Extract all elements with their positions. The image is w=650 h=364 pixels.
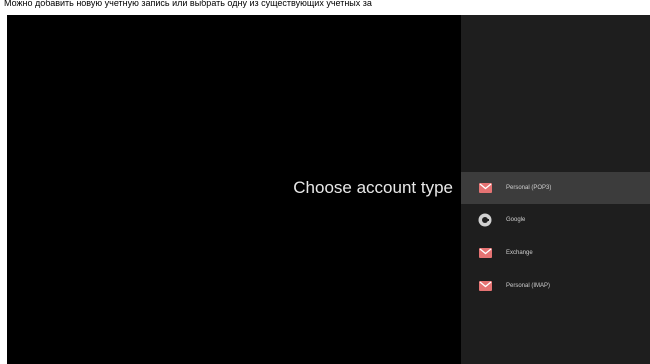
caption-label: Можно добавить новую учетную запись или … bbox=[4, 0, 372, 8]
account-option-personal-pop3[interactable]: Personal (POP3) bbox=[461, 172, 650, 204]
mail-icon bbox=[478, 279, 492, 293]
caption-text: Можно добавить новую учетную запись или … bbox=[0, 0, 650, 15]
account-option-label: Personal (IMAP) bbox=[506, 283, 551, 289]
mail-icon bbox=[478, 181, 492, 195]
account-option-label: Google bbox=[506, 217, 526, 223]
account-option-google[interactable]: Google bbox=[461, 204, 650, 236]
page-title: Choose account type bbox=[293, 178, 453, 197]
account-type-list: Personal (POP3) Google Exchange Personal… bbox=[461, 15, 650, 364]
account-option-label: Exchange bbox=[506, 250, 533, 256]
title-area: Choose account type bbox=[7, 15, 461, 364]
account-option-personal-imap[interactable]: Personal (IMAP) bbox=[461, 270, 650, 302]
account-option-label: Personal (POP3) bbox=[506, 185, 552, 191]
tv-screen: Choose account type Personal (POP3) Goog… bbox=[7, 15, 650, 364]
google-icon bbox=[478, 213, 492, 227]
account-option-exchange[interactable]: Exchange bbox=[461, 237, 650, 269]
mail-icon bbox=[478, 246, 492, 260]
